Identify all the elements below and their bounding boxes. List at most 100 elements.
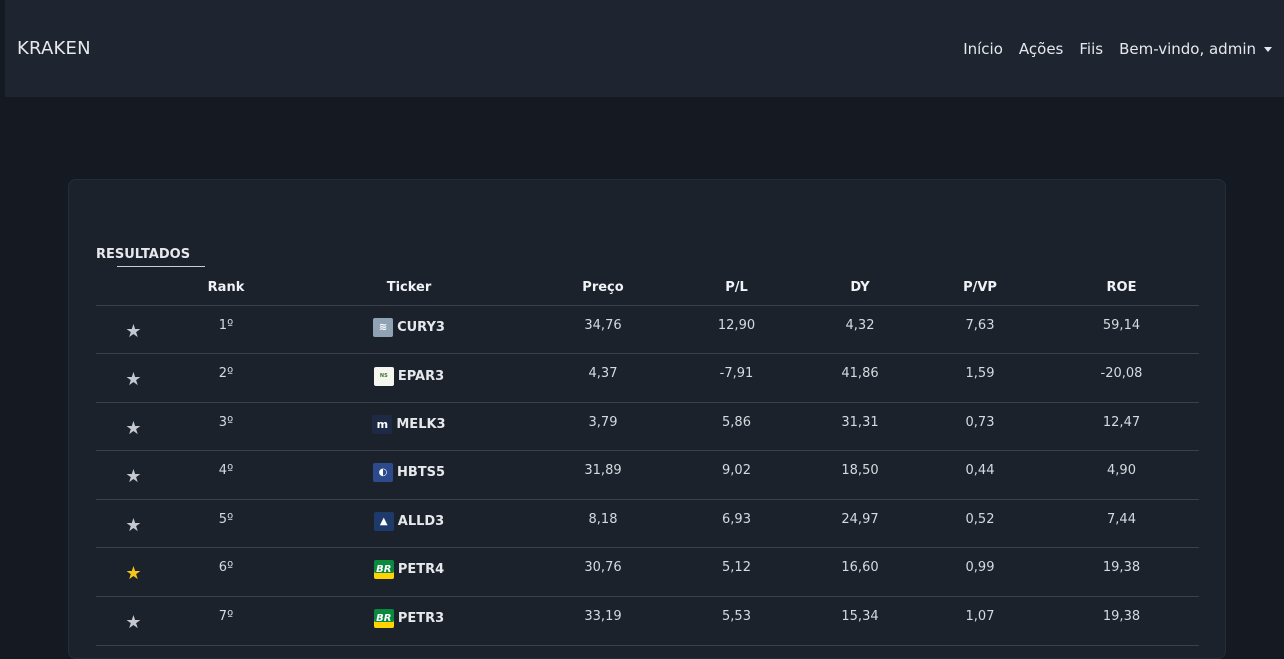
dy-cell: 41,86 <box>804 353 916 403</box>
dy-cell: 4,32 <box>804 305 916 355</box>
user-menu-label: Bem-vindo, admin <box>1119 39 1256 58</box>
favorite-cell: ★ <box>96 499 171 549</box>
ticker-cell: BR PETR4 <box>281 547 537 598</box>
pl-cell: 5,53 <box>669 596 804 646</box>
header-roe[interactable]: ROE <box>1044 271 1199 306</box>
star-icon[interactable]: ★ <box>125 466 141 487</box>
ticker-cell: ◐ HBTS5 <box>281 450 537 500</box>
star-icon[interactable]: ★ <box>125 563 141 584</box>
favorite-cell: ★ <box>96 547 171 598</box>
ticker-cell: NS EPAR3 <box>281 353 537 403</box>
dy-cell: 16,60 <box>804 547 916 598</box>
dy-cell: 15,34 <box>804 596 916 646</box>
favorite-cell: ★ <box>96 402 171 452</box>
preco-cell: 31,89 <box>537 450 669 500</box>
star-icon[interactable]: ★ <box>125 418 141 439</box>
table-header-row: Rank Ticker Preço P/L DY P/VP ROE <box>96 271 1199 306</box>
preco-cell: 3,79 <box>537 402 669 452</box>
preco-cell: 4,37 <box>537 353 669 403</box>
table-row[interactable]: ★ 2º NS EPAR3 4,37 -7,91 41,86 1,59 -20,08 <box>96 353 1199 403</box>
roe-cell: -20,08 <box>1044 353 1199 403</box>
header-dy[interactable]: DY <box>804 271 916 306</box>
ticker-label: EPAR3 <box>397 369 445 385</box>
pvp-cell: 0,99 <box>916 547 1044 598</box>
roe-cell: 59,14 <box>1044 305 1199 355</box>
star-icon[interactable]: ★ <box>125 515 141 536</box>
caret-down-icon <box>1264 46 1272 52</box>
star-icon[interactable]: ★ <box>125 369 141 390</box>
table-row[interactable]: ★ 3º m MELK3 3,79 5,86 31,31 0,73 12,47 <box>96 402 1199 452</box>
favorite-cell: ★ <box>96 305 171 355</box>
ticker-link[interactable]: ≋ CURY3 <box>373 317 445 337</box>
table-row[interactable]: ★ 4º ◐ HBTS5 31,89 9,02 18,50 0,44 4,90 <box>96 450 1199 500</box>
favorite-cell: ★ <box>96 596 171 646</box>
pvp-cell: 7,63 <box>916 305 1044 355</box>
petrobras-logo-icon: BR <box>373 560 394 580</box>
rank-cell: 6º <box>171 547 281 598</box>
ticker-cell: m MELK3 <box>281 402 537 452</box>
roe-cell: 19,38 <box>1044 596 1199 646</box>
cury-logo-icon: ≋ <box>373 317 394 337</box>
ticker-label: PETR4 <box>397 562 445 578</box>
pvp-cell: 0,44 <box>916 450 1044 500</box>
roe-cell: 7,44 <box>1044 499 1199 549</box>
brand-logo-text[interactable]: KRAKEN <box>17 38 91 59</box>
pl-cell: -7,91 <box>669 353 804 403</box>
epar-logo-icon: NS <box>373 367 394 387</box>
header-rank[interactable]: Rank <box>171 271 281 306</box>
favorite-cell: ★ <box>96 353 171 403</box>
pl-cell: 5,12 <box>669 547 804 598</box>
star-icon[interactable]: ★ <box>125 612 141 633</box>
results-table-body: ★ 1º ≋ CURY3 34,76 12,90 4,32 7,63 59,14 ★ 2º NS EPA… <box>96 305 1199 646</box>
dy-cell: 18,50 <box>804 450 916 500</box>
table-row[interactable]: ★ 6º BR PETR4 30,76 5,12 16,60 0,99 19,38 <box>96 547 1199 598</box>
section-title: RESULTADOS <box>96 247 191 262</box>
dy-cell: 31,31 <box>804 402 916 452</box>
table-row[interactable]: ★ 1º ≋ CURY3 34,76 12,90 4,32 7,63 59,14 <box>96 305 1199 355</box>
dy-cell: 24,97 <box>804 499 916 549</box>
preco-cell: 30,76 <box>537 547 669 598</box>
ticker-link[interactable]: BR PETR4 <box>373 560 445 580</box>
ticker-label: MELK3 <box>396 416 446 432</box>
favorite-cell: ★ <box>96 450 171 500</box>
header-favorite <box>96 271 171 306</box>
ticker-link[interactable]: m MELK3 <box>372 414 446 434</box>
hbts-logo-icon: ◐ <box>372 463 393 483</box>
roe-cell: 12,47 <box>1044 402 1199 452</box>
results-table: Rank Ticker Preço P/L DY P/VP ROE ★ 1º ≋ CU… <box>96 271 1199 646</box>
table-row[interactable]: ★ 7º BR PETR3 33,19 5,53 15,34 1,07 19,38 <box>96 596 1199 646</box>
preco-cell: 8,18 <box>537 499 669 549</box>
header-pvp[interactable]: P/VP <box>916 271 1044 306</box>
pvp-cell: 0,73 <box>916 402 1044 452</box>
rank-cell: 2º <box>171 353 281 403</box>
rank-cell: 3º <box>171 402 281 452</box>
ticker-link[interactable]: ▲ ALLD3 <box>373 511 444 531</box>
ticker-cell: ≋ CURY3 <box>281 305 537 355</box>
ticker-cell: BR PETR3 <box>281 596 537 646</box>
header-preco[interactable]: Preço <box>537 271 669 306</box>
rank-cell: 1º <box>171 305 281 355</box>
section-title-underline <box>117 266 205 267</box>
header-pl[interactable]: P/L <box>669 271 804 306</box>
ticker-label: HBTS5 <box>396 465 446 481</box>
user-menu-dropdown[interactable]: Bem-vindo, admin <box>1119 40 1272 58</box>
pl-cell: 5,86 <box>669 402 804 452</box>
alld-logo-icon: ▲ <box>373 511 394 531</box>
star-icon[interactable]: ★ <box>125 321 141 342</box>
pvp-cell: 1,07 <box>916 596 1044 646</box>
nav-links: Início Ações Fiis Bem-vindo, admin <box>963 40 1272 58</box>
header-ticker[interactable]: Ticker <box>281 271 537 306</box>
nav-link-inicio[interactable]: Início <box>963 40 1003 58</box>
preco-cell: 34,76 <box>537 305 669 355</box>
ticker-link[interactable]: NS EPAR3 <box>373 367 445 387</box>
ticker-label: PETR3 <box>397 611 445 627</box>
roe-cell: 19,38 <box>1044 547 1199 598</box>
melk-logo-icon: m <box>372 414 393 434</box>
nav-link-fiis[interactable]: Fiis <box>1079 40 1103 58</box>
nav-link-acoes[interactable]: Ações <box>1019 40 1063 58</box>
pvp-cell: 0,52 <box>916 499 1044 549</box>
table-row[interactable]: ★ 5º ▲ ALLD3 8,18 6,93 24,97 0,52 7,44 <box>96 499 1199 549</box>
ticker-link[interactable]: ◐ HBTS5 <box>372 463 446 483</box>
ticker-link[interactable]: BR PETR3 <box>373 609 445 629</box>
rank-cell: 7º <box>171 596 281 646</box>
